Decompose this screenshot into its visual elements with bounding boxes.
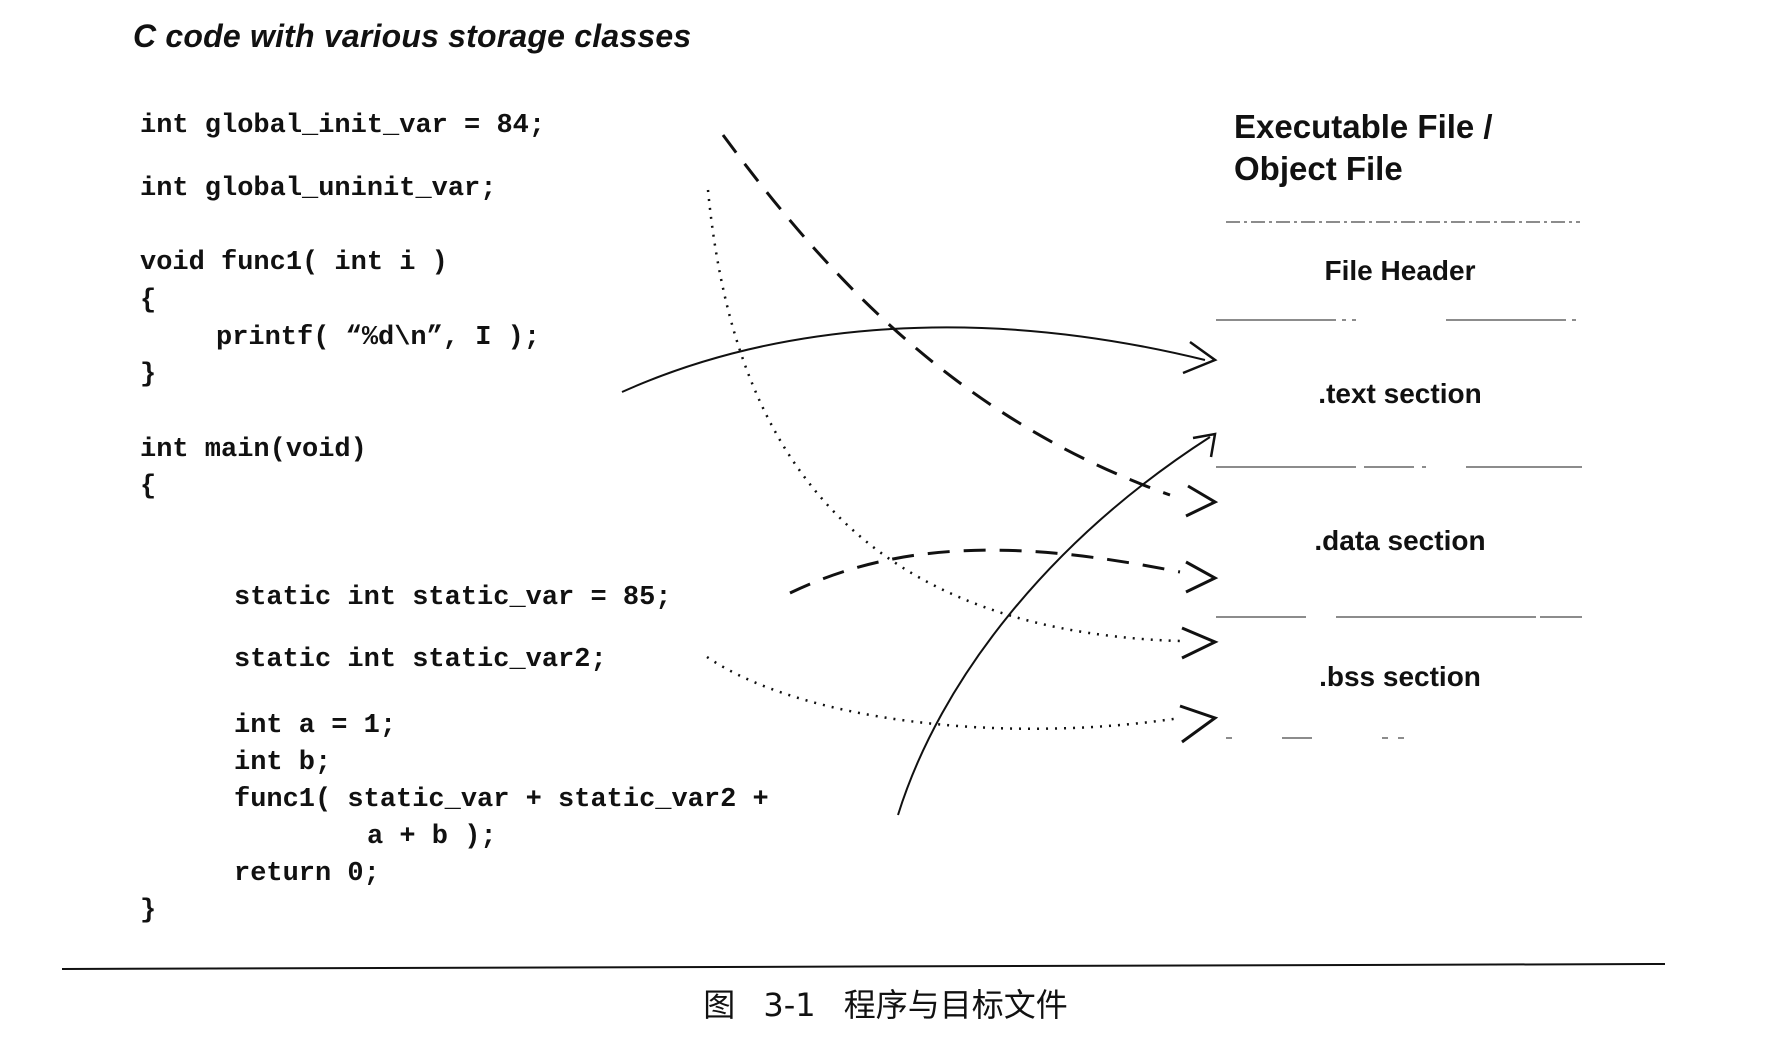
diagram-lines	[61, 134, 1666, 970]
arrow-global-uninit-var-to-bss	[706, 189, 1181, 643]
arrowhead-static-var	[1185, 560, 1219, 594]
arrow-static-var2-to-bss	[706, 655, 1181, 731]
arrowhead-global-uninit-var	[1181, 626, 1219, 660]
arrow-static-var-to-data	[789, 548, 1181, 595]
bottom-rule	[61, 963, 1666, 970]
arrowhead-static-var2	[1179, 704, 1219, 744]
arrow-global-init-var-to-data	[721, 134, 1171, 497]
arrow-func1-to-text	[621, 326, 1206, 393]
figure-caption: 图 3-1 程序与目标文件	[703, 986, 1068, 1024]
arrowhead-global-init-var	[1185, 484, 1219, 518]
arrowhead-func1	[1182, 340, 1218, 375]
